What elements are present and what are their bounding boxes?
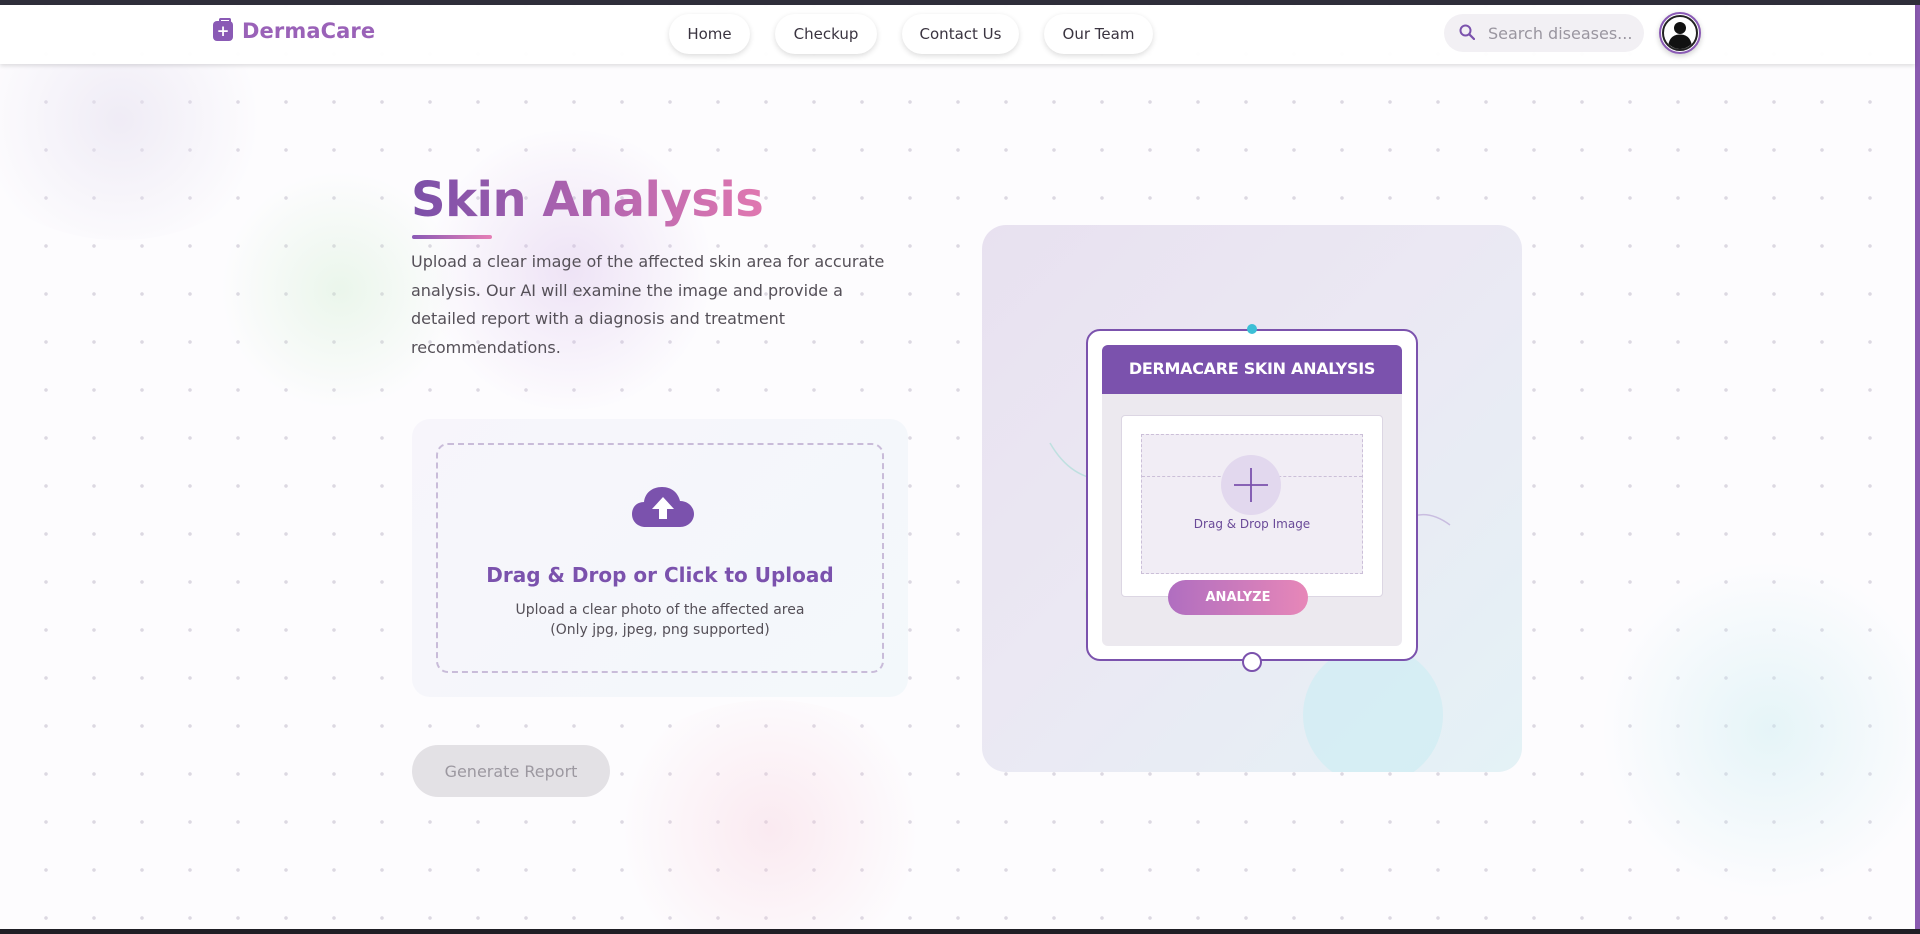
nav-contact-us[interactable]: Contact Us — [902, 14, 1019, 54]
nav-our-team[interactable]: Our Team — [1044, 14, 1153, 54]
user-avatar-icon — [1662, 15, 1698, 51]
brand-logo[interactable]: DermaCare — [213, 18, 376, 43]
upload-card: Drag & Drop or Click to Upload Upload a … — [412, 419, 908, 697]
navbar: DermaCare Home Checkup Contact Us Our Te… — [0, 5, 1915, 64]
user-avatar-button[interactable] — [1659, 12, 1701, 54]
device-nodes — [1242, 324, 1262, 672]
nav-home[interactable]: Home — [669, 14, 750, 54]
upload-subtitle: Upload a clear photo of the affected are… — [515, 602, 805, 618]
search-icon — [1459, 24, 1475, 40]
illustration-card: DERMACARE SKIN ANALYSIS Drag & Drop Imag… — [982, 225, 1522, 772]
nav-checkup[interactable]: Checkup — [775, 14, 877, 54]
bg-glow-pink — [600, 700, 940, 934]
upload-title: Drag & Drop or Click to Upload — [486, 563, 834, 587]
upload-dropzone[interactable]: Drag & Drop or Click to Upload Upload a … — [436, 443, 884, 673]
window-bottom-border — [0, 929, 1920, 934]
app-mockup: DERMACARE SKIN ANALYSIS Drag & Drop Imag… — [1086, 324, 1418, 672]
generate-report-button[interactable]: Generate Report — [412, 745, 610, 797]
cloud-upload-icon — [632, 487, 694, 527]
bg-glow-teal — [1600, 560, 1920, 900]
title-underline — [412, 235, 492, 239]
page-title: Skin Analysis — [411, 172, 764, 228]
upload-formats: (Only jpg, jpeg, png supported) — [550, 622, 770, 638]
page-description: Upload a clear image of the affected ski… — [411, 252, 885, 357]
brand-name: DermaCare — [242, 19, 376, 43]
page: DermaCare Home Checkup Contact Us Our Te… — [0, 0, 1920, 934]
upload-hint: Upload a clear photo of the affected are… — [438, 600, 882, 640]
scrollbar[interactable] — [1915, 5, 1920, 930]
medical-kit-icon — [213, 18, 233, 41]
search-box — [1444, 14, 1644, 52]
search-input[interactable] — [1488, 21, 1638, 45]
